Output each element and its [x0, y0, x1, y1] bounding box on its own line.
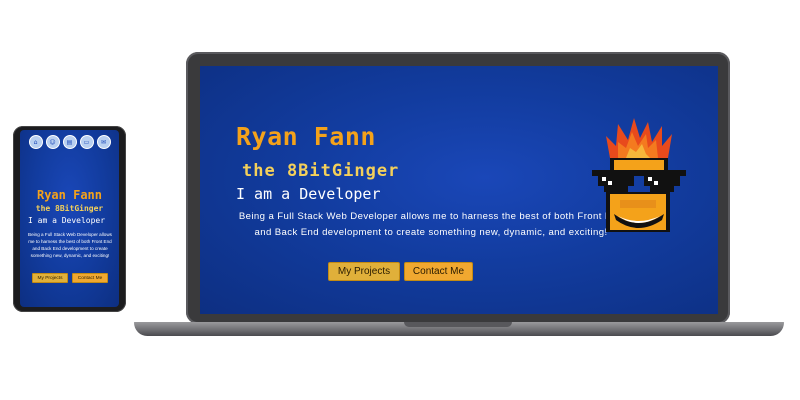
mobile-my-projects-button[interactable]: My Projects	[32, 273, 68, 283]
mobile-contact-me-button[interactable]: Contact Me	[72, 273, 108, 283]
phone-screen: ⌂ ☺ ▤ ▭ ✉ Ryan Fann the 8BitGinger I am …	[20, 130, 119, 307]
hero-role: I am a Developer	[236, 185, 381, 203]
hero-handle: the 8BitGinger	[242, 161, 400, 181]
hero-description: Being a Full Stack Web Developer allows …	[238, 211, 624, 238]
laptop-notch	[404, 322, 512, 327]
mobile-hero-description: Being a Full Stack Web Developer allows …	[28, 232, 112, 258]
laptop-screen: Ryan Fann the 8BitGinger I am a Develope…	[200, 66, 718, 314]
mobile-hero-name: Ryan Fann	[36, 188, 103, 202]
mobile-nav-bar: ⌂ ☺ ▤ ▭ ✉	[26, 133, 113, 151]
home-icon[interactable]: ⌂	[28, 135, 43, 149]
pixel-sunglasses	[592, 170, 686, 192]
contact-me-button[interactable]: Contact Me	[404, 262, 473, 281]
user-icon[interactable]: ☺	[45, 135, 60, 149]
folder-icon[interactable]: ▤	[62, 135, 77, 149]
mobile-hero-handle: the 8BitGinger	[35, 204, 104, 213]
hero-name: Ryan Fann	[236, 122, 376, 151]
mail-icon[interactable]: ✉	[96, 135, 111, 149]
mobile-hero-role: I am a Developer	[28, 216, 106, 225]
pixel-mascot-logo	[592, 118, 686, 232]
my-projects-button[interactable]: My Projects	[328, 262, 400, 281]
document-icon[interactable]: ▭	[79, 135, 94, 149]
pixel-eight-body	[606, 192, 670, 232]
flame-hair	[606, 118, 672, 158]
